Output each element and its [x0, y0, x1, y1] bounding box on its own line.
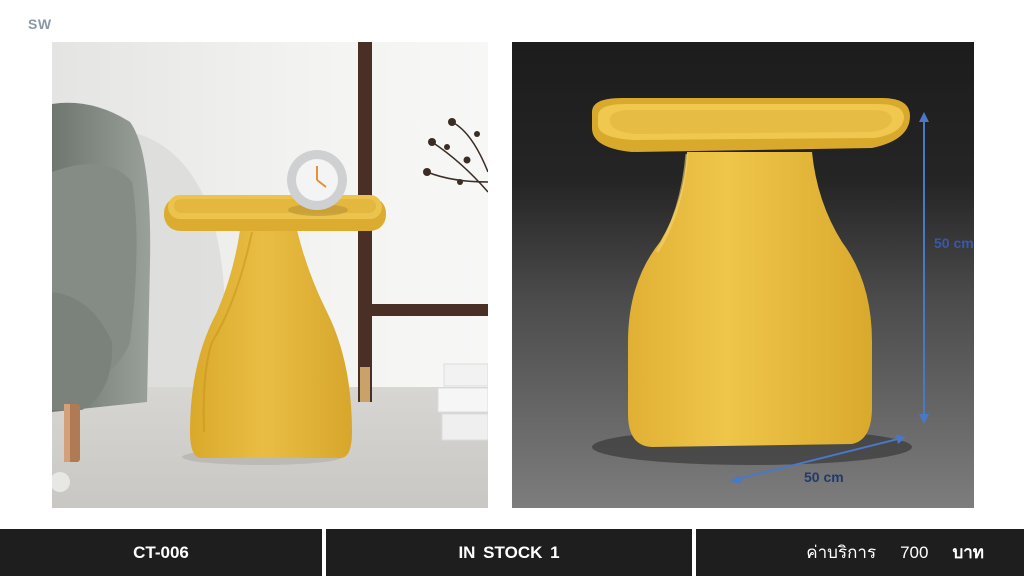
product-photo-dimensions: 50 cm 50 cm	[512, 42, 974, 508]
width-dimension-label: 50 cm	[804, 469, 844, 485]
stock-status: IN STOCK 1	[326, 529, 692, 576]
height-dimension-label: 50 cm	[934, 235, 974, 251]
product-code: CT-006	[0, 529, 322, 576]
price-value: 700	[900, 542, 929, 562]
price-unit: บาท	[952, 543, 984, 562]
brand-logo: SW	[28, 16, 52, 32]
price-label: ค่าบริการ	[806, 543, 877, 562]
price-info: ค่าบริการ 700 บาท	[696, 529, 1024, 576]
product-photo-lifestyle	[52, 42, 488, 508]
product-info-bar: CT-006 IN STOCK 1 ค่าบริการ 700 บาท	[0, 529, 1024, 576]
